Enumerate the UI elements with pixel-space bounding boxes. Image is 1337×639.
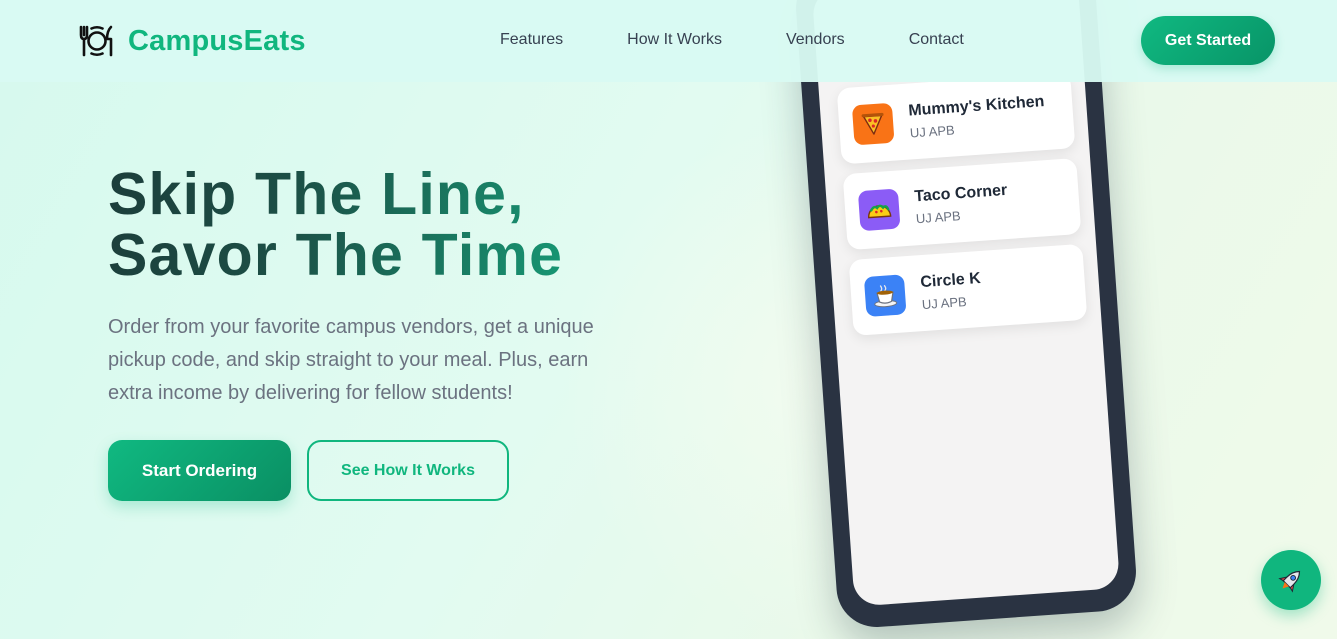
- see-how-it-works-button[interactable]: See How It Works: [307, 440, 509, 501]
- hero-title-line-2: Savor The Time: [108, 222, 564, 288]
- nav-link-features[interactable]: Features: [500, 31, 563, 49]
- vendor-card-mummys-kitchen[interactable]: Mummy's Kitchen UJ APB: [836, 72, 1076, 165]
- vendor-list: Mummy's Kitchen UJ APB Taco Corner UJ AP…: [836, 72, 1088, 346]
- vendor-card-taco-corner[interactable]: Taco Corner UJ APB: [842, 158, 1082, 251]
- vendor-location: UJ APB: [909, 122, 956, 141]
- hero-title-line-1: Skip The Line,: [108, 161, 525, 227]
- phone-mockup: Mummy's Kitchen UJ APB Taco Corner UJ AP…: [793, 0, 1139, 630]
- brand-logo[interactable]: CampusEats: [78, 22, 306, 60]
- plate-cutlery-icon: [79, 25, 113, 57]
- phone-screen: Mummy's Kitchen UJ APB Taco Corner UJ AP…: [811, 0, 1121, 607]
- hero-subtitle: Order from your favorite campus vendors,…: [108, 316, 594, 404]
- taco-icon: [857, 188, 901, 232]
- start-ordering-button[interactable]: Start Ordering: [108, 440, 291, 501]
- vendor-location: UJ APB: [915, 208, 962, 227]
- get-started-button[interactable]: Get Started: [1141, 16, 1275, 65]
- hero-title: Skip The Line, Savor The Time: [108, 164, 563, 286]
- coffee-cup-icon: [863, 274, 907, 317]
- vendor-location: UJ APB: [921, 294, 968, 313]
- nav-link-contact[interactable]: Contact: [909, 31, 964, 49]
- vendor-name: Circle K: [919, 269, 982, 292]
- vendor-name: Taco Corner: [913, 181, 1008, 206]
- rocket-icon: [1278, 570, 1301, 593]
- nav-link-how-it-works[interactable]: How It Works: [627, 31, 722, 49]
- vendor-card-circle-k[interactable]: Circle K UJ APB: [848, 243, 1088, 336]
- nav-link-vendors[interactable]: Vendors: [786, 31, 845, 49]
- nav-links: Features How It Works Vendors Contact: [500, 31, 964, 49]
- navbar: CampusEats Features How It Works Vendors…: [0, 0, 1337, 82]
- pizza-icon: [851, 102, 895, 146]
- brand-name: CampusEats: [128, 24, 306, 57]
- rocket-fab-button[interactable]: [1261, 550, 1321, 610]
